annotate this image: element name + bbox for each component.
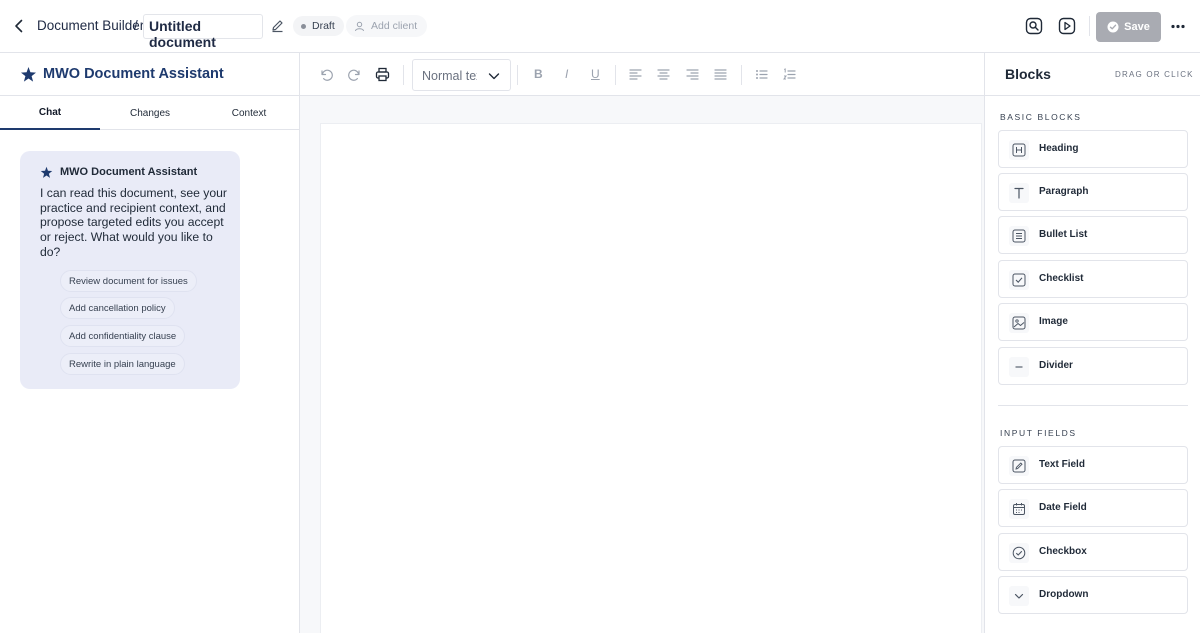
blocks-hint: DRAG OR CLICK bbox=[1115, 70, 1194, 79]
suggestion-review-document[interactable]: Review document for issues bbox=[60, 270, 197, 292]
undo-icon[interactable] bbox=[319, 67, 334, 82]
save-label: Save bbox=[1124, 21, 1150, 33]
heading-icon bbox=[1009, 140, 1029, 160]
status-dot-icon bbox=[301, 23, 306, 29]
editor-toolbar: Normal text B I U bbox=[300, 53, 984, 96]
toolbar-divider bbox=[403, 65, 404, 85]
document-title-input[interactable]: Untitled document bbox=[143, 14, 263, 50]
breadcrumb-document-builder[interactable]: Document Builder bbox=[37, 18, 144, 33]
tab-chat[interactable]: Chat bbox=[0, 96, 100, 130]
assistant-panel: MWO Document Assistant Chat Changes Cont… bbox=[0, 53, 300, 633]
message-sender: MWO Document Assistant bbox=[60, 166, 198, 178]
bullet-list-icon bbox=[1009, 226, 1029, 246]
suggestion-rewrite-plain-language[interactable]: Rewrite in plain language bbox=[60, 353, 185, 375]
document-page[interactable] bbox=[320, 123, 982, 633]
block-divider[interactable]: Divider bbox=[998, 347, 1188, 385]
assistant-title: MWO Document Assistant bbox=[43, 66, 224, 82]
blocks-title: Blocks bbox=[1005, 66, 1051, 82]
assistant-header: MWO Document Assistant bbox=[0, 53, 299, 96]
block-label: Date Field bbox=[1039, 502, 1087, 513]
text-style-value: Normal text bbox=[422, 69, 477, 83]
align-justify-icon[interactable] bbox=[713, 67, 728, 82]
section-basic-blocks: BASIC BLOCKS bbox=[1000, 112, 1082, 122]
message-text: I can read this document, see your pract… bbox=[40, 186, 227, 259]
print-icon[interactable] bbox=[375, 67, 390, 82]
dropdown-icon bbox=[1009, 586, 1029, 606]
preview-document-icon[interactable] bbox=[1058, 17, 1076, 35]
toolbar-divider bbox=[517, 65, 518, 85]
checklist-icon bbox=[1009, 270, 1029, 290]
block-label: Bullet List bbox=[1039, 229, 1088, 240]
user-icon bbox=[355, 21, 364, 31]
block-label: Text Field bbox=[1039, 459, 1085, 470]
status-badge-label: Draft bbox=[312, 20, 335, 32]
block-label: Divider bbox=[1039, 360, 1073, 371]
block-checklist[interactable]: Checklist bbox=[998, 260, 1188, 298]
align-left-icon[interactable] bbox=[628, 67, 643, 82]
check-circle-icon bbox=[1107, 21, 1119, 33]
block-label: Dropdown bbox=[1039, 589, 1089, 600]
date-field-icon bbox=[1009, 499, 1029, 519]
top-divider bbox=[1089, 16, 1090, 36]
pencil-icon[interactable] bbox=[270, 18, 285, 33]
bullet-list-icon[interactable] bbox=[754, 67, 769, 82]
editor-canvas bbox=[300, 96, 984, 633]
section-divider bbox=[998, 405, 1188, 406]
suggestion-add-confidentiality-clause[interactable]: Add confidentiality clause bbox=[60, 325, 186, 347]
top-bar: Document Builder / Untitled document Dra… bbox=[0, 0, 1200, 53]
toolbar-divider bbox=[615, 65, 616, 85]
align-right-icon[interactable] bbox=[685, 67, 700, 82]
suggestion-add-cancellation-policy[interactable]: Add cancellation policy bbox=[60, 297, 175, 319]
block-label: Image bbox=[1039, 316, 1068, 327]
block-label: Paragraph bbox=[1039, 186, 1089, 197]
blocks-header: Blocks DRAG OR CLICK bbox=[985, 53, 1200, 96]
more-options-icon[interactable] bbox=[1171, 24, 1185, 29]
block-heading[interactable]: Heading bbox=[998, 130, 1188, 168]
align-center-icon[interactable] bbox=[656, 67, 671, 82]
block-paragraph[interactable]: Paragraph bbox=[998, 173, 1188, 211]
add-client-label: Add client bbox=[371, 20, 418, 32]
text-field-icon bbox=[1009, 456, 1029, 476]
block-checkbox[interactable]: Checkbox bbox=[998, 533, 1188, 571]
assistant-avatar-icon bbox=[40, 166, 53, 179]
chevron-down-icon bbox=[488, 70, 500, 82]
add-client-button[interactable]: Add client bbox=[346, 15, 428, 37]
section-input-fields: INPUT FIELDS bbox=[1000, 428, 1077, 438]
bold-button[interactable]: B bbox=[534, 67, 543, 81]
block-bullet-list[interactable]: Bullet List bbox=[998, 216, 1188, 254]
back-arrow-icon[interactable] bbox=[10, 17, 28, 35]
block-date-field[interactable]: Date Field bbox=[998, 489, 1188, 527]
italic-button[interactable]: I bbox=[565, 67, 568, 81]
block-label: Heading bbox=[1039, 143, 1079, 154]
block-text-field[interactable]: Text Field bbox=[998, 446, 1188, 484]
breadcrumb-separator: / bbox=[134, 18, 138, 33]
block-label: Checklist bbox=[1039, 273, 1084, 284]
assistant-message: MWO Document Assistant I can read this d… bbox=[20, 151, 240, 389]
save-button[interactable]: Save bbox=[1096, 12, 1161, 42]
underline-button[interactable]: U bbox=[591, 67, 600, 81]
text-style-select[interactable]: Normal text bbox=[412, 59, 511, 91]
zoom-search-icon[interactable] bbox=[1025, 17, 1043, 35]
divider-icon bbox=[1009, 357, 1029, 377]
paragraph-icon bbox=[1009, 183, 1029, 203]
tab-context[interactable]: Context bbox=[199, 96, 299, 130]
image-icon bbox=[1009, 313, 1029, 333]
block-label: Checkbox bbox=[1039, 546, 1087, 557]
block-dropdown[interactable]: Dropdown bbox=[998, 576, 1188, 614]
checkbox-icon bbox=[1009, 543, 1029, 563]
redo-icon[interactable] bbox=[347, 67, 362, 82]
assistant-logo-icon bbox=[20, 66, 37, 83]
numbered-list-icon[interactable] bbox=[782, 67, 797, 82]
toolbar-divider bbox=[741, 65, 742, 85]
tab-changes[interactable]: Changes bbox=[100, 96, 200, 130]
assistant-tabs: Chat Changes Context bbox=[0, 96, 299, 130]
blocks-panel: Blocks DRAG OR CLICK BASIC BLOCKS Headin… bbox=[984, 53, 1200, 633]
status-badge: Draft bbox=[293, 16, 344, 36]
block-image[interactable]: Image bbox=[998, 303, 1188, 341]
